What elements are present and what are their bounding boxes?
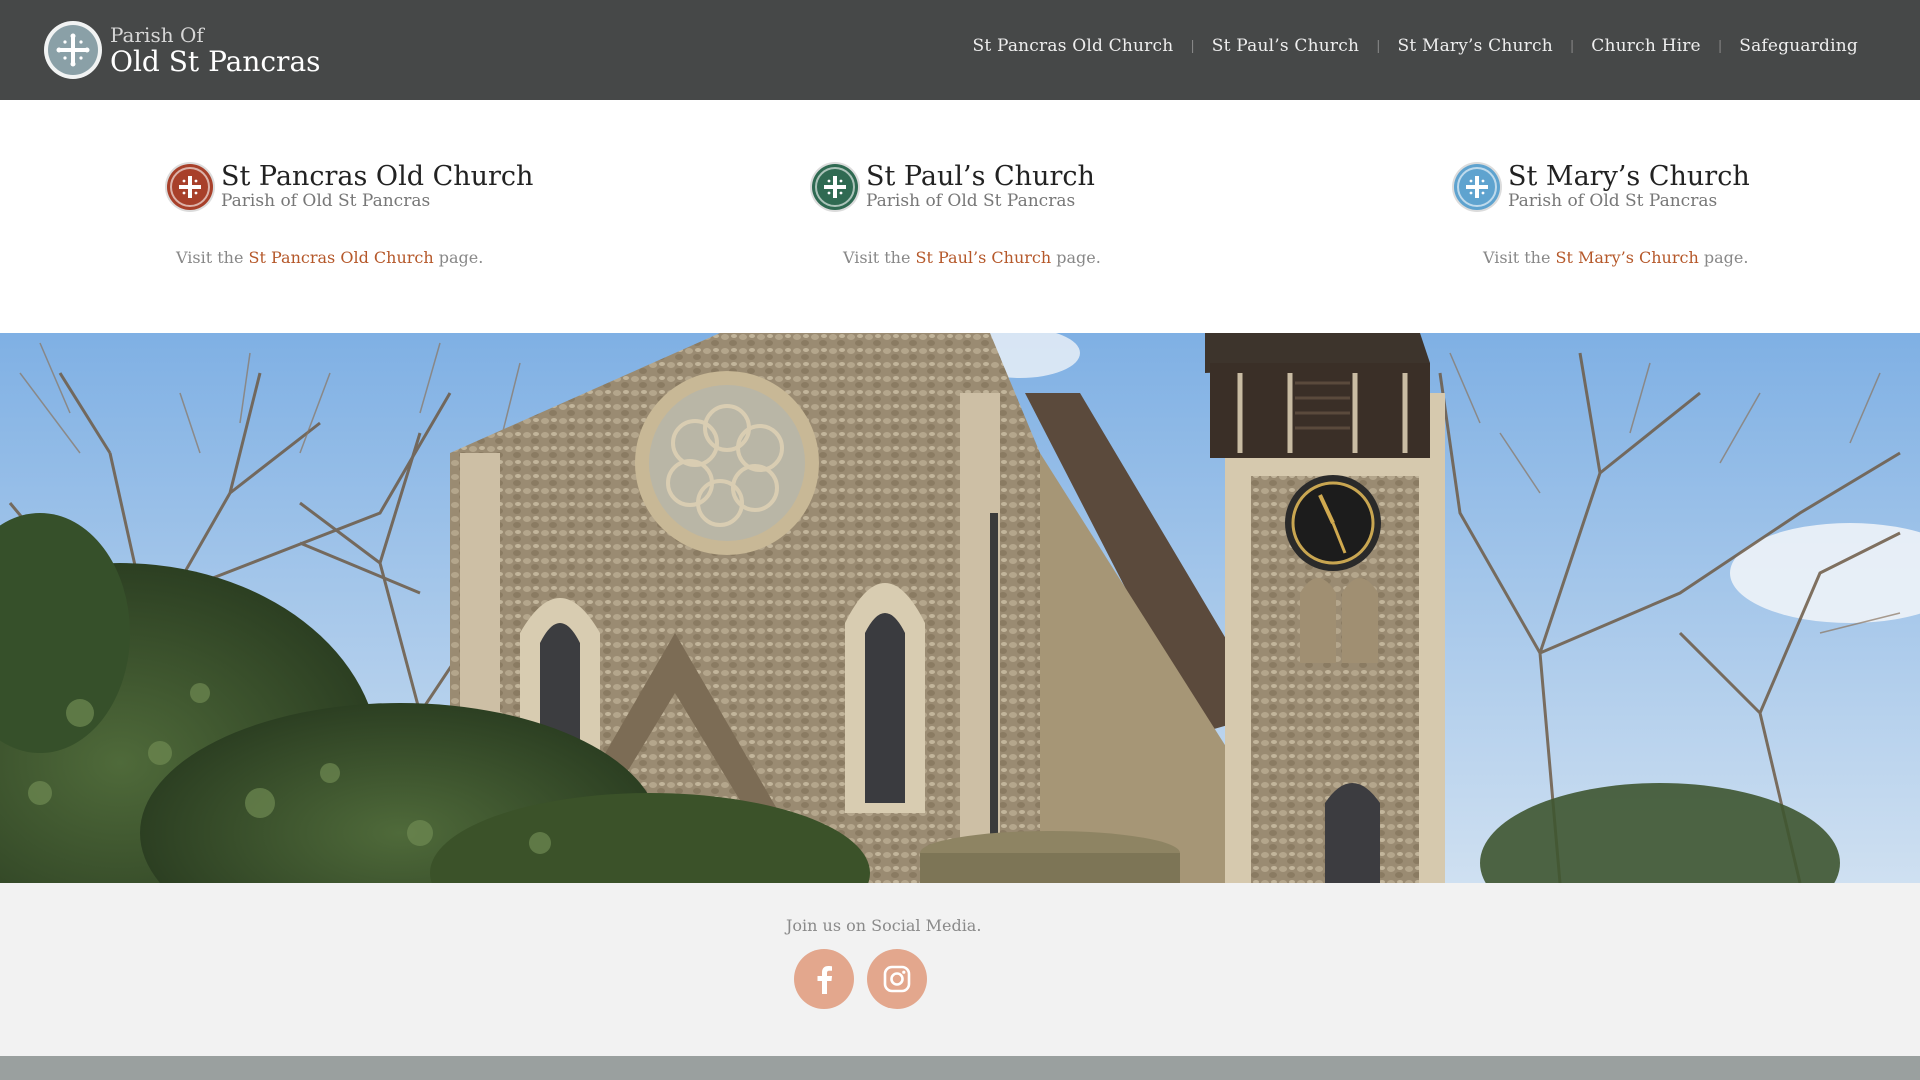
cross-icon: [167, 163, 213, 210]
main-nav: St Pancras Old Church | St Paul’s Church…: [972, 36, 1858, 56]
nav-item-st-marys-church[interactable]: St Mary’s Church: [1397, 36, 1552, 56]
instagram-button[interactable]: [867, 949, 927, 1009]
nav-separator: |: [1190, 38, 1195, 54]
church-visit-text: Visit the St Paul’s Church page.: [843, 248, 1101, 267]
nav-item-church-hire[interactable]: Church Hire: [1591, 36, 1701, 56]
cross-icon: [1454, 163, 1500, 210]
church-card-st-marys: St Mary’s Church Parish of Old St Pancra…: [1454, 161, 1750, 267]
social-title: Join us on Social Media.: [786, 916, 982, 935]
cross-icon: [812, 163, 858, 210]
nav-item-safeguarding[interactable]: Safeguarding: [1739, 36, 1858, 56]
church-subtitle: Parish of Old St Pancras: [866, 191, 1076, 211]
footer-bar: [0, 1056, 1920, 1080]
church-visit-text: Visit the St Mary’s Church page.: [1483, 248, 1749, 267]
church-page-link[interactable]: St Pancras Old Church: [249, 248, 434, 267]
church-card-st-pauls: St Paul’s Church Parish of Old St Pancra…: [812, 161, 1101, 267]
church-subtitle: Parish of Old St Pancras: [221, 191, 431, 211]
site-header: Parish Of Old St Pancras St Pancras Old …: [0, 0, 1920, 100]
church-page-link[interactable]: St Paul’s Church: [916, 248, 1052, 267]
instagram-icon: [883, 965, 911, 993]
facebook-button[interactable]: [794, 949, 854, 1009]
facebook-icon: [817, 966, 832, 994]
churches-section: St Pancras Old Church Parish of Old St P…: [0, 100, 1920, 333]
nav-item-st-pauls-church[interactable]: St Paul’s Church: [1212, 36, 1359, 56]
nav-item-st-pancras-old-church[interactable]: St Pancras Old Church: [972, 36, 1173, 56]
church-title: St Mary’s Church: [1508, 161, 1750, 192]
parish-logo-icon: [44, 21, 102, 79]
brand-title: Old St Pancras: [110, 44, 321, 78]
church-title: St Paul’s Church: [866, 161, 1095, 192]
social-section: Join us on Social Media.: [0, 883, 1920, 1056]
nav-separator: |: [1376, 38, 1381, 54]
church-subtitle: Parish of Old St Pancras: [1508, 191, 1718, 211]
church-page-link[interactable]: St Mary’s Church: [1556, 248, 1699, 267]
church-card-st-pancras: St Pancras Old Church Parish of Old St P…: [167, 161, 534, 267]
nav-separator: |: [1569, 38, 1575, 54]
site-logo-link[interactable]: Parish Of Old St Pancras: [44, 20, 321, 80]
church-title: St Pancras Old Church: [221, 161, 534, 192]
nav-separator: |: [1717, 38, 1723, 54]
brand-subtitle: Parish Of: [110, 22, 204, 47]
church-photo: [0, 333, 1920, 883]
church-visit-text: Visit the St Pancras Old Church page.: [176, 248, 484, 267]
